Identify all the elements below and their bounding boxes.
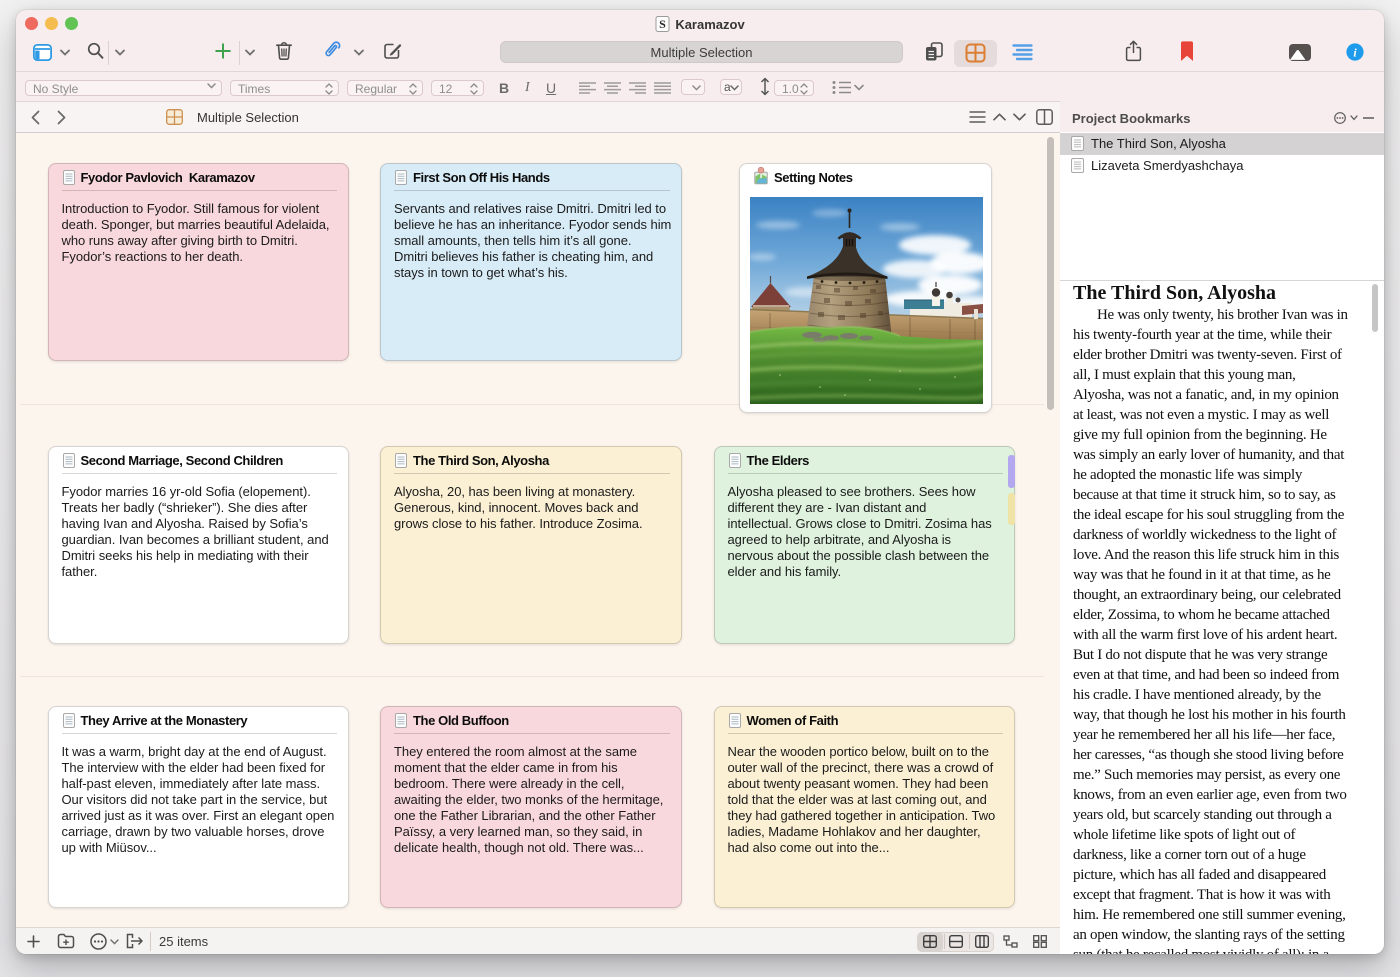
svg-text:S: S bbox=[659, 17, 666, 31]
